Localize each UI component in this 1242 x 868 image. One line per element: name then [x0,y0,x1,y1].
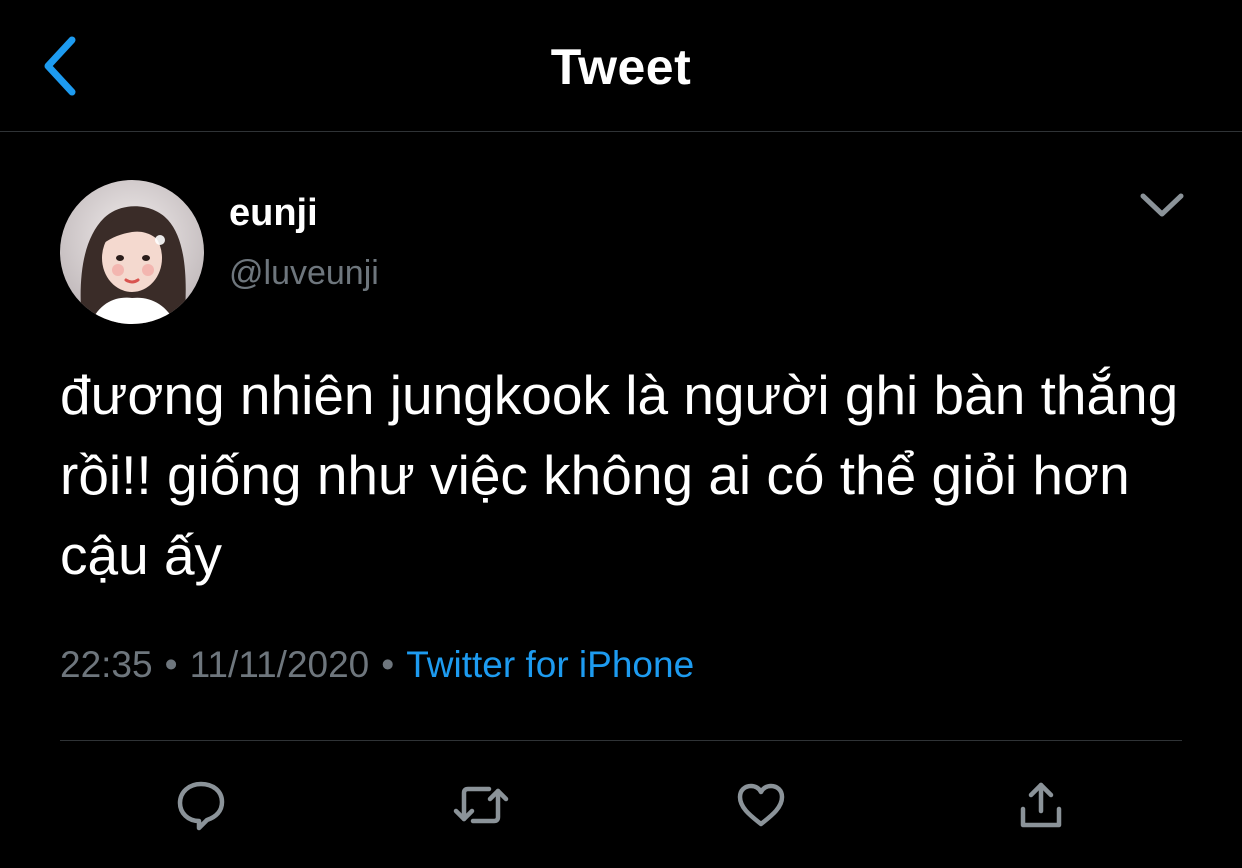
page-title: Tweet [550,39,692,95]
like-icon [737,783,785,827]
chevron-down-icon [1140,193,1184,217]
avatar[interactable] [60,180,204,324]
reply-icon [177,781,225,831]
author-display-name[interactable]: eunji [229,190,318,236]
navigation-bar: Tweet [0,0,1242,132]
avatar-photo [60,180,204,324]
tweet-text: đương nhiên jungkook là người ghi bàn th… [60,364,1179,586]
tweet-metadata: 22:35 • 11/11/2020 • Twitter for iPhone [60,642,694,688]
meta-separator: • [164,644,178,685]
tweet-actions-bar [0,770,1242,840]
share-icon [1020,782,1062,828]
like-button[interactable] [726,770,796,840]
meta-separator: • [381,644,395,685]
tweet-time: 22:35 [60,644,153,685]
tweet-source-link[interactable]: Twitter for iPhone [406,644,694,685]
divider [60,740,1182,741]
share-button[interactable] [1006,770,1076,840]
author-handle[interactable]: @luveunji [229,252,379,294]
tweet-date: 11/11/2020 [189,644,370,685]
retweet-icon [453,786,509,824]
tweet-menu-button[interactable] [1132,180,1192,230]
reply-button[interactable] [166,770,236,840]
retweet-button[interactable] [446,770,516,840]
